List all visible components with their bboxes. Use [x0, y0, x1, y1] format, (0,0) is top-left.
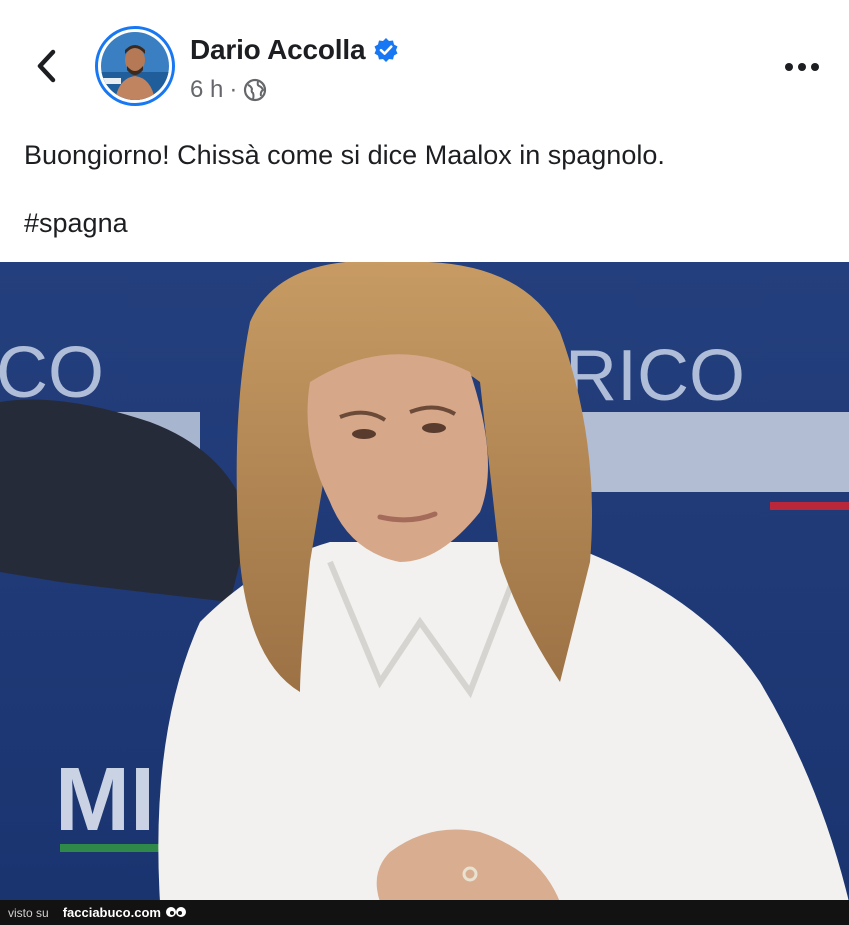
- globe-icon: [244, 78, 267, 102]
- post-photo[interactable]: CO RICO MI: [0, 262, 849, 902]
- post-text: Buongiorno! Chissà come si dice Maalox i…: [24, 140, 665, 170]
- watermark-prefix: visto su: [8, 905, 49, 920]
- verified-badge-icon: [374, 38, 398, 62]
- post-meta: 6 h ·: [190, 76, 267, 104]
- backdrop-text-lower: MI: [55, 750, 155, 850]
- more-options-button[interactable]: [782, 52, 822, 82]
- author-line: Dario Accolla: [190, 34, 399, 66]
- eyes-logo-icon: [165, 906, 186, 917]
- watermark-footer: visto su facciabuco.com: [0, 900, 849, 925]
- post-header: Dario Accolla 6 h ·: [0, 0, 849, 118]
- post-timestamp[interactable]: 6 h: [190, 76, 223, 104]
- avatar: [101, 32, 169, 100]
- author-avatar[interactable]: [95, 26, 175, 106]
- author-name[interactable]: Dario Accolla: [190, 34, 366, 66]
- meta-separator: ·: [229, 76, 238, 103]
- more-horizontal-icon: [785, 63, 819, 71]
- post-hashtag-link[interactable]: #spagna: [24, 208, 128, 239]
- chevron-left-icon: [37, 49, 56, 83]
- backdrop-text-right: RICO: [565, 336, 745, 416]
- watermark-site: facciabuco.com: [62, 905, 161, 920]
- back-button[interactable]: [26, 44, 66, 88]
